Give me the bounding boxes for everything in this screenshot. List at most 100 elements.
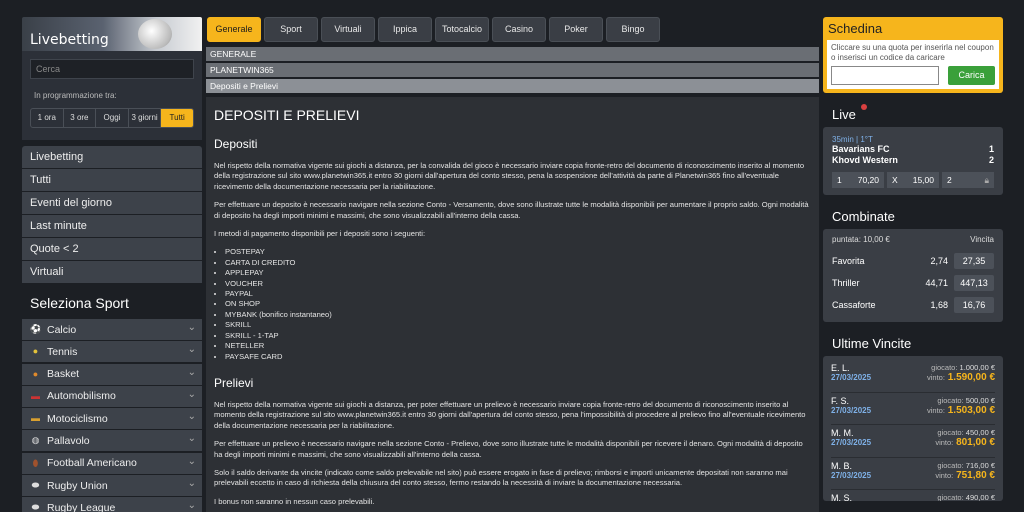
played-amount: 450,00 €: [965, 428, 995, 437]
menu-item-tutti[interactable]: Tutti: [22, 169, 202, 191]
sport-item-automobilismo[interactable]: ▬ Automobilismo ⌄: [22, 385, 202, 407]
sport-item-football-americano[interactable]: ⬮ Football Americano ⌄: [22, 452, 202, 474]
section-title-prelievi: Prelievi: [214, 375, 254, 390]
stake-value: 10,00 €: [863, 235, 890, 244]
tab-casino[interactable]: Casino: [492, 17, 546, 42]
rugby-ball-icon: ⬬: [31, 502, 40, 512]
breadcrumb-generale[interactable]: GENERALE: [206, 47, 819, 61]
football-image: [138, 19, 172, 49]
time-filter-today[interactable]: Oggi: [96, 109, 129, 127]
sport-item-calcio[interactable]: ⚽ Calcio ⌄: [22, 319, 202, 340]
menu-item-livebetting[interactable]: Livebetting: [22, 146, 202, 168]
combo-win: 27,35: [954, 253, 994, 269]
schedina-panel: Schedina Cliccare su una quota per inser…: [823, 17, 1003, 93]
tab-poker[interactable]: Poker: [549, 17, 603, 42]
list-item: PAYPAL: [225, 289, 811, 299]
tab-totocalcio[interactable]: Totocalcio: [435, 17, 489, 42]
sport-item-tennis[interactable]: ● Tennis ⌄: [22, 341, 202, 363]
coupon-code-input[interactable]: [831, 66, 939, 85]
payment-methods-list: POSTEPAY CARTA DI CREDITO APPLEPAY VOUCH…: [225, 247, 811, 361]
combo-odd: 44,71: [925, 278, 948, 288]
team-score: 1: [988, 144, 994, 154]
section-title-depositi: Depositi: [214, 137, 258, 151]
played-label: giocato:: [937, 428, 964, 437]
stake-group: puntata: 10,00 €: [832, 235, 890, 244]
ultime-vincite-title: Ultime Vincite: [832, 336, 912, 351]
combo-win: 447,13: [954, 275, 994, 291]
sport-label: Calcio: [47, 323, 77, 336]
time-filter-all[interactable]: Tutti: [161, 109, 193, 127]
team-row: Khovd Western 2: [832, 155, 994, 166]
list-item: PAYSAFE CARD: [225, 352, 811, 362]
combo-win: 16,76: [954, 297, 994, 313]
sport-item-rugby-league[interactable]: ⬬ Rugby League ⌄: [22, 497, 202, 512]
time-filter-3h[interactable]: 3 ore: [64, 109, 97, 127]
motorbike-icon: ▬: [31, 413, 40, 424]
combinate-row[interactable]: Thriller 44,71 447,13: [832, 272, 994, 294]
schedina-hint: Cliccare su una quota per inserirla nel …: [831, 43, 994, 62]
tab-ippica[interactable]: Ippica: [378, 17, 432, 42]
win-row: M. S. giocato: 490,00 €vinto:: [831, 490, 995, 501]
odd-button-1[interactable]: 1 70,20: [832, 172, 884, 188]
combinate-header: puntata: 10,00 € Vincita: [832, 235, 994, 244]
sport-item-motociclismo[interactable]: ▬ Motociclismo ⌄: [22, 408, 202, 430]
menu-item-eventi[interactable]: Eventi del giorno: [22, 192, 202, 214]
sport-label: Pallavolo: [47, 434, 90, 447]
time-filter-3days[interactable]: 3 giorni: [129, 109, 162, 127]
tab-sport[interactable]: Sport: [264, 17, 318, 42]
search-input[interactable]: Cerca: [30, 59, 194, 79]
paragraph: Per effettuare un prelievo è necessario …: [214, 439, 803, 459]
chevron-down-icon: ⌄: [187, 500, 196, 512]
menu-item-last-minute[interactable]: Last minute: [22, 215, 202, 237]
sport-label: Rugby League: [47, 501, 116, 512]
sport-item-basket[interactable]: ● Basket ⌄: [22, 363, 202, 385]
paragraph: I metodi di pagamento disponibili per i …: [214, 229, 426, 239]
sport-item-rugby-union[interactable]: ⬬ Rugby Union ⌄: [22, 475, 202, 497]
combinate-row[interactable]: Favorita 2,74 27,35: [832, 250, 994, 272]
top-tabs: Generale Sport Virtuali Ippica Totocalci…: [207, 17, 660, 42]
won-amount: 1.503,00 €: [947, 404, 995, 416]
schedule-label: In programmazione tra:: [34, 91, 117, 100]
time-filter-1h[interactable]: 1 ora: [31, 109, 64, 127]
combinate-panel: puntata: 10,00 € Vincita Favorita 2,74 27,…: [823, 229, 1003, 322]
winner-name: E. L.: [831, 363, 850, 373]
won-label: vinto:: [927, 373, 945, 382]
live-event-card[interactable]: 35min | 1°T Bavarians FC 1 Khovd Western 2…: [823, 127, 1003, 195]
american-football-icon: ⬮: [32, 457, 39, 468]
odd-value: 70,20: [857, 175, 879, 185]
chevron-down-icon: ⌄: [187, 455, 196, 467]
team-name: Bavarians FC: [832, 144, 890, 154]
breadcrumb-planetwin365[interactable]: PLANETWIN365: [206, 63, 819, 77]
banner-title: Livebetting: [30, 32, 109, 48]
tab-bingo[interactable]: Bingo: [606, 17, 660, 42]
win-date: 27/03/2025: [831, 373, 872, 382]
paragraph: Nel rispetto della normativa vigente sui…: [214, 161, 805, 191]
sport-label: Automobilismo: [47, 390, 116, 403]
winner-name: M. S.: [831, 493, 853, 501]
tab-virtuali[interactable]: Virtuali: [321, 17, 375, 42]
won-amount: 751,80 €: [956, 469, 995, 481]
carica-button[interactable]: Carica: [948, 66, 995, 85]
list-item: NETELLER: [225, 341, 811, 351]
page-title: DEPOSITI E PRELIEVI: [214, 107, 360, 123]
livebetting-banner[interactable]: Livebetting: [22, 17, 202, 51]
odd-button-x[interactable]: X 15,00: [887, 172, 939, 188]
winner-name: M. B.: [831, 460, 853, 471]
left-sidebar: Livebetting Cerca In programmazione tra:…: [22, 17, 202, 512]
played-label: giocato:: [937, 395, 964, 405]
odd-button-2[interactable]: 2 🔒︎: [942, 172, 994, 188]
combinate-row[interactable]: Cassaforte 1,68 16,76: [832, 294, 994, 316]
list-item: SKRILL: [225, 320, 811, 330]
live-title: Live: [832, 104, 1003, 122]
sport-item-pallavolo[interactable]: ◍ Pallavolo ⌄: [22, 430, 202, 452]
sport-label: Motociclismo: [47, 412, 108, 425]
menu-item-virtuali[interactable]: Virtuali: [22, 261, 202, 283]
win-date: 27/03/2025: [831, 438, 872, 447]
main-content: DEPOSITI E PRELIEVI Depositi Nel rispett…: [206, 97, 819, 512]
tab-generale[interactable]: Generale: [207, 17, 261, 42]
paragraph: Solo il saldo derivante da vincite (indi…: [214, 467, 788, 488]
chevron-down-icon: ⌄: [187, 366, 196, 378]
win-row: F. S. 27/03/2025 giocato: 500,00 € vinto: …: [831, 393, 995, 425]
menu-item-quote[interactable]: Quote < 2: [22, 238, 202, 260]
chevron-down-icon: ⌄: [187, 478, 196, 490]
